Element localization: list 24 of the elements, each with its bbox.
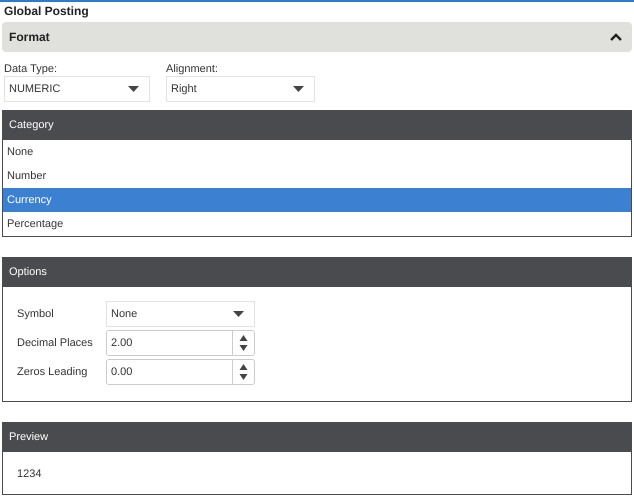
caret-icon [233, 311, 244, 317]
caret-icon [293, 86, 304, 92]
number-field[interactable]: 2.00 [106, 330, 255, 356]
panel-header: Preview [3, 423, 631, 452]
field-label: Alignment: [166, 62, 219, 76]
list-item[interactable]: Currency [3, 188, 631, 212]
panel-header: Options [3, 258, 631, 287]
field-label: Decimal Places [17, 337, 94, 349]
dropdown[interactable]: None [106, 301, 255, 327]
list-item[interactable]: Number [3, 164, 631, 188]
caret-icon [128, 86, 139, 92]
page-title: Global Posting [3, 3, 90, 20]
list-item[interactable]: Percentage [3, 212, 631, 236]
field-label: Zeros Leading [17, 366, 88, 378]
panel-header: Category [3, 111, 631, 140]
field-label: Symbol [17, 308, 55, 320]
chevron-icon [610, 33, 622, 41]
dropdown[interactable]: NUMERIC [4, 76, 150, 102]
list-item[interactable]: None [3, 140, 631, 164]
preview-value: 1234 [17, 468, 42, 480]
format-section-header[interactable]: Format [2, 22, 632, 52]
dropdown[interactable]: Right [166, 76, 315, 102]
field-label: Data Type: [4, 62, 58, 76]
number-field[interactable]: 0.00 [106, 359, 255, 385]
